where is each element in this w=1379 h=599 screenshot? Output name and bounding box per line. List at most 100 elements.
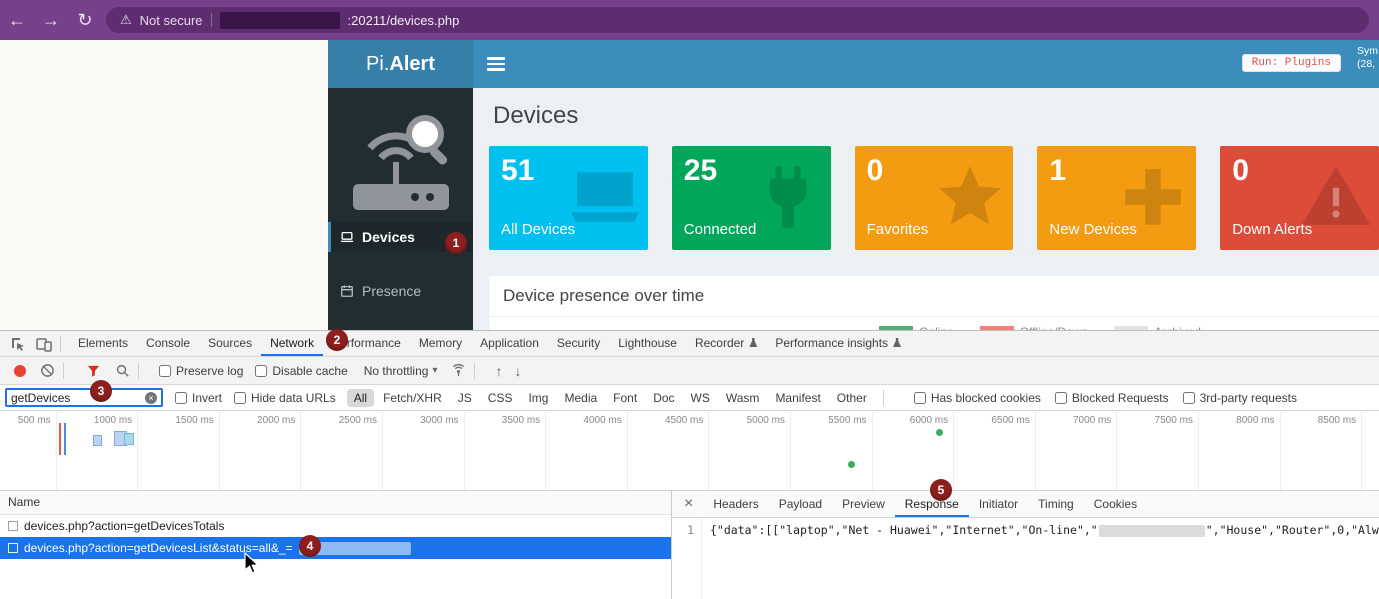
refresh-icon[interactable]: ↻: [68, 10, 102, 31]
resource-type-filter[interactable]: JS: [451, 389, 479, 407]
card-down-alerts[interactable]: 0 Down Alerts: [1220, 146, 1379, 250]
app-logo[interactable]: Pi.Alert: [328, 40, 473, 88]
details-tab[interactable]: Initiator: [969, 491, 1028, 517]
timeline-tick: 500 ms: [0, 411, 57, 490]
menu-icon[interactable]: [487, 57, 505, 71]
devtools-tab[interactable]: Memory: [410, 331, 471, 356]
resource-type-filter[interactable]: Img: [521, 389, 555, 407]
resource-type-filter[interactable]: Wasm: [719, 389, 767, 407]
resource-type-filter[interactable]: Font: [606, 389, 644, 407]
timeline-tick: 5500 ms: [791, 411, 873, 490]
resource-type-filter[interactable]: Fetch/XHR: [376, 389, 449, 407]
back-icon[interactable]: ←: [0, 10, 34, 31]
request-name: devices.php?action=getDevicesList&status…: [24, 541, 293, 555]
resource-type-filter[interactable]: WS: [684, 389, 717, 407]
card-connected[interactable]: 25 Connected: [672, 146, 831, 250]
timeline-tick: 1000 ms: [57, 411, 139, 490]
close-icon[interactable]: ×: [684, 495, 693, 513]
filter-option-checkbox[interactable]: Blocked Requests: [1055, 391, 1169, 405]
resource-type-filter[interactable]: Manifest: [768, 389, 827, 407]
record-icon[interactable]: [14, 365, 26, 377]
brand-suffix: Alert: [389, 53, 435, 76]
page-background: [0, 40, 328, 330]
brand-prefix: Pi.: [366, 53, 389, 76]
screen: ← → ↻ ⚠ Not secure :20211/devices.php Pi…: [0, 0, 1379, 599]
browser-chrome: ← → ↻ ⚠ Not secure :20211/devices.php: [0, 0, 1379, 40]
network-request-row[interactable]: devices.php?action=getDevicesTotals: [0, 515, 671, 537]
devtools-tab[interactable]: Performance insights: [766, 331, 910, 356]
separator: [138, 363, 139, 379]
resource-type-filter[interactable]: Media: [557, 389, 604, 407]
network-conditions-icon[interactable]: [451, 363, 466, 378]
timeline-mark: [64, 423, 66, 455]
star-icon: [933, 160, 1007, 234]
devtools-tab[interactable]: Performance: [323, 331, 410, 356]
timeline-tick: 3000 ms: [383, 411, 465, 490]
resource-type-filter[interactable]: CSS: [481, 389, 520, 407]
network-overview-timeline[interactable]: 500 ms1000 ms1500 ms2000 ms2500 ms3000 m…: [0, 411, 1379, 491]
resource-type-filter[interactable]: Doc: [646, 389, 681, 407]
details-tab[interactable]: Preview: [832, 491, 895, 517]
devtools-tab[interactable]: Elements: [69, 331, 137, 356]
filter-funnel-icon[interactable]: [86, 363, 101, 378]
name-column-header[interactable]: Name: [0, 491, 671, 515]
devtools-tab[interactable]: Console: [137, 331, 199, 356]
export-har-icon[interactable]: ↓: [514, 363, 521, 379]
details-tab[interactable]: Cookies: [1084, 491, 1147, 517]
forward-icon[interactable]: →: [34, 10, 68, 31]
timeline-tick: 7000 ms: [1036, 411, 1118, 490]
timeline-tick: 2500 ms: [301, 411, 383, 490]
invert-checkbox[interactable]: Invert: [175, 391, 222, 405]
checkbox[interactable]: [234, 392, 246, 404]
header-corner-text: Sym (28,: [1357, 45, 1378, 71]
request-file-icon: [8, 521, 18, 531]
inspect-element-icon[interactable]: [10, 336, 26, 352]
search-icon[interactable]: [115, 363, 130, 378]
separator: [60, 336, 61, 352]
checkbox[interactable]: [255, 365, 267, 377]
checkbox[interactable]: [1183, 392, 1195, 404]
network-request-row[interactable]: devices.php?action=getDevicesList&status…: [0, 537, 671, 559]
checkbox[interactable]: [175, 392, 187, 404]
sidebar-item-devices[interactable]: Devices: [328, 222, 473, 252]
hide-data-urls-checkbox[interactable]: Hide data URLs: [234, 391, 336, 405]
details-tab[interactable]: Response: [895, 491, 969, 517]
checkbox[interactable]: [914, 392, 926, 404]
devtools-tab[interactable]: Security: [548, 331, 609, 356]
resource-type-filter[interactable]: All: [347, 389, 374, 407]
details-tab[interactable]: Headers: [703, 491, 768, 517]
sidebar-item-presence[interactable]: Presence: [328, 276, 473, 306]
details-tab[interactable]: Timing: [1028, 491, 1084, 517]
devtools-tab[interactable]: Application: [471, 331, 548, 356]
clear-filter-icon[interactable]: ×: [145, 392, 157, 404]
header-bar: Run: Plugins Sym (28,: [473, 40, 1379, 88]
card-all-devices[interactable]: 51 All Devices: [489, 146, 648, 250]
import-har-icon[interactable]: ↑: [495, 363, 502, 379]
devtools-tab[interactable]: Recorder: [686, 331, 766, 356]
address-bar[interactable]: ⚠ Not secure :20211/devices.php: [106, 7, 1369, 33]
not-secure-warning-icon[interactable]: ⚠: [120, 12, 132, 28]
run-plugins-button[interactable]: Run: Plugins: [1242, 54, 1341, 72]
card-new-devices[interactable]: 1 New Devices: [1037, 146, 1196, 250]
network-filter-input[interactable]: getDevices ×: [5, 388, 163, 407]
router-illustration: [342, 98, 460, 216]
resource-type-filter[interactable]: Other: [830, 389, 874, 407]
presence-panel: Device presence over time Online Offline…: [489, 276, 1379, 330]
disable-cache-checkbox[interactable]: Disable cache: [255, 364, 347, 378]
devtools-tab[interactable]: Network: [261, 331, 323, 356]
card-favorites[interactable]: 0 Favorites: [855, 146, 1014, 250]
details-tab[interactable]: Payload: [769, 491, 832, 517]
devtools-tab[interactable]: Lighthouse: [609, 331, 686, 356]
checkbox[interactable]: [1055, 392, 1067, 404]
checkbox[interactable]: [159, 365, 171, 377]
device-toolbar-icon[interactable]: [36, 336, 52, 352]
devtools-tab[interactable]: Sources: [199, 331, 261, 356]
throttling-select[interactable]: No throttling ▾: [364, 364, 438, 378]
filter-option-checkbox[interactable]: 3rd-party requests: [1183, 391, 1297, 405]
chevron-down-icon: ▾: [432, 365, 437, 376]
clear-icon[interactable]: [40, 363, 55, 378]
filter-option-checkbox[interactable]: Has blocked cookies: [914, 391, 1041, 405]
response-body[interactable]: {"data":[["laptop","Net - Huawei","Inter…: [702, 518, 1379, 599]
preserve-log-checkbox[interactable]: Preserve log: [159, 364, 243, 378]
presence-panel-title: Device presence over time: [489, 276, 1379, 317]
